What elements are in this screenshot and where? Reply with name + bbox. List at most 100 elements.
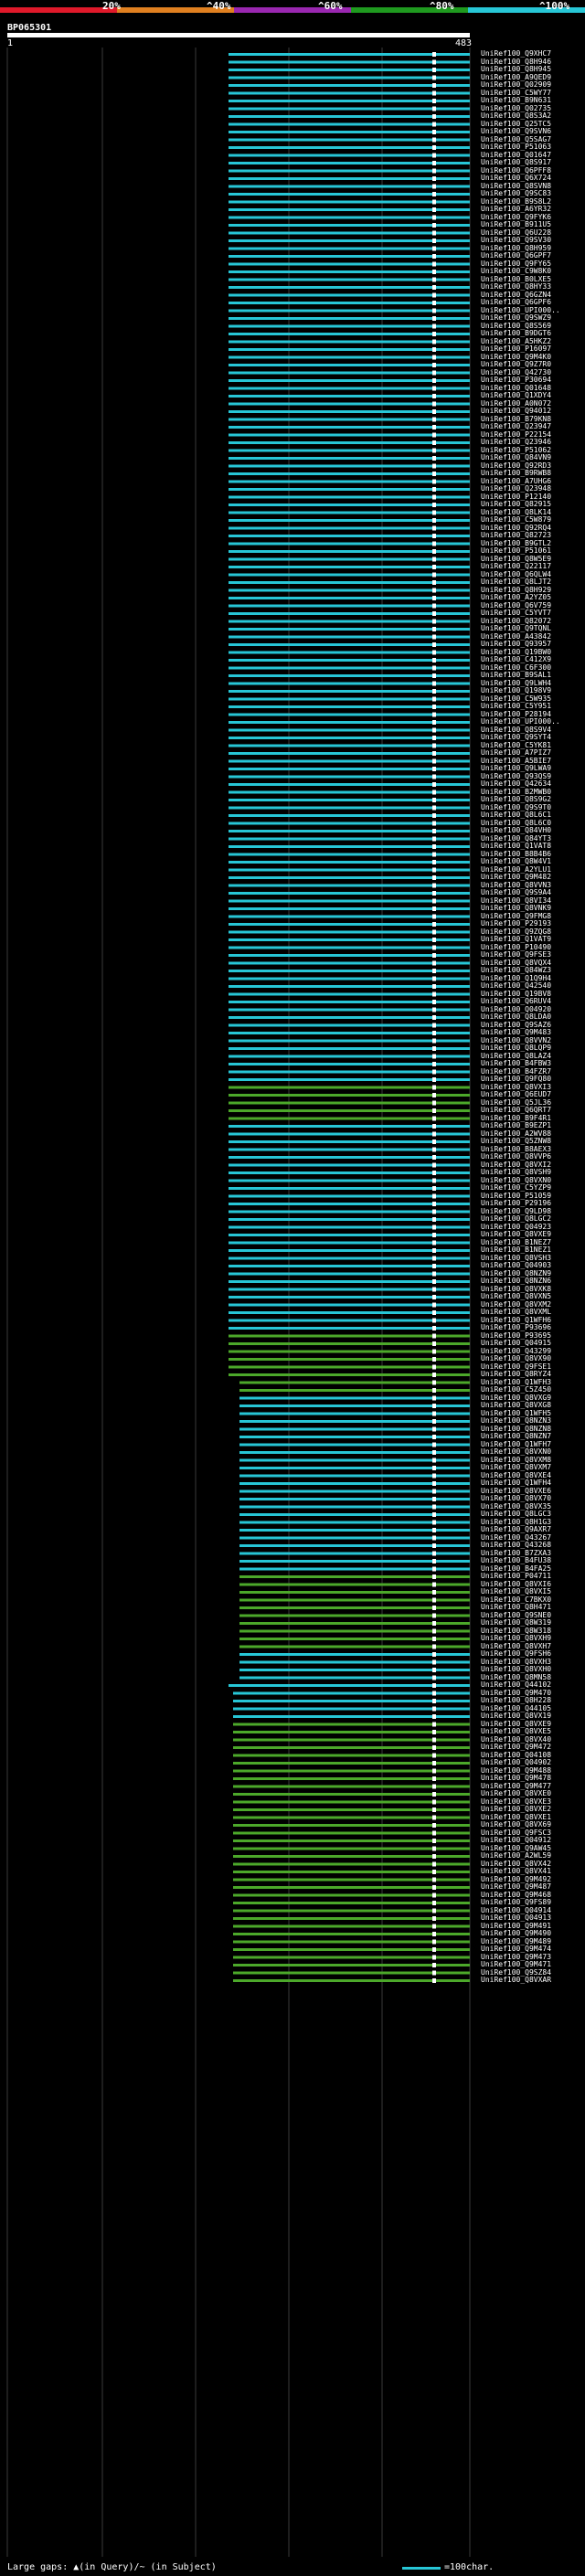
hit-label[interactable]: UniRef100_Q9M477 [481, 1783, 583, 1790]
hit-label[interactable]: UniRef100_Q8VXH3 [481, 1659, 583, 1666]
hit-label[interactable]: UniRef100_Q1WFH6 [481, 1317, 583, 1324]
hit-label[interactable]: UniRef100_Q04903 [481, 1262, 583, 1269]
hit-label[interactable]: UniRef100_Q6GPF7 [481, 252, 583, 260]
hit-label[interactable]: UniRef100_Q9S9T0 [481, 804, 583, 811]
hit-label[interactable]: UniRef100_B9GTL2 [481, 540, 583, 547]
hit-label[interactable]: UniRef100_Q9M473 [481, 1954, 583, 1961]
hit-label[interactable]: UniRef100_Q8VXH7 [481, 1643, 583, 1650]
hit-label[interactable]: UniRef100_Q9M483 [481, 1029, 583, 1036]
hit-label[interactable]: UniRef100_Q9M482 [481, 874, 583, 881]
hit-label[interactable]: UniRef100_Q42540 [481, 982, 583, 990]
hit-label[interactable]: UniRef100_Q9M488 [481, 1767, 583, 1775]
hit-label[interactable]: UniRef100_Q9M4K0 [481, 354, 583, 361]
hit-label[interactable]: UniRef100_Q8H228 [481, 1697, 583, 1704]
hit-label[interactable]: UniRef100_Q84VN9 [481, 454, 583, 461]
hit-label[interactable]: UniRef100_Q9M489 [481, 1938, 583, 1945]
hit-label[interactable]: UniRef100_C5YVT7 [481, 610, 583, 617]
hit-label[interactable]: UniRef100_Q198V9 [481, 687, 583, 694]
hit-label[interactable]: UniRef100_Q8VXAR [481, 1977, 583, 1984]
hit-label[interactable]: UniRef100_Q9ZQG8 [481, 928, 583, 936]
hit-label[interactable]: UniRef100_Q8VXG8 [481, 1402, 583, 1409]
hit-label[interactable]: UniRef100_Q9M471 [481, 1961, 583, 1968]
hit-label[interactable]: UniRef100_Q6EUD7 [481, 1091, 583, 1098]
hit-label[interactable]: UniRef100_Q8VX19 [481, 1712, 583, 1720]
hit-label[interactable]: UniRef100_Q04923 [481, 1224, 583, 1231]
hit-label[interactable]: UniRef100_C5WY77 [481, 90, 583, 97]
hit-label[interactable]: UniRef100_Q9FYK6 [481, 214, 583, 221]
hit-label[interactable]: UniRef100_Q8NZN3 [481, 1417, 583, 1425]
hit-label[interactable]: UniRef100_Q9M492 [481, 1876, 583, 1883]
hit-label[interactable]: UniRef100_Q9M490 [481, 1930, 583, 1937]
hit-label[interactable]: UniRef100_P93696 [481, 1324, 583, 1331]
hit-label[interactable]: UniRef100_Q44102 [481, 1681, 583, 1689]
hit-label[interactable]: UniRef100_C5Y951 [481, 703, 583, 710]
hit-label[interactable]: UniRef100_Q8VX90 [481, 1355, 583, 1362]
hit-label[interactable]: UniRef100_Q6GPF6 [481, 299, 583, 306]
hit-label[interactable]: UniRef100_Q8S3A2 [481, 112, 583, 120]
hit-label[interactable]: UniRef100_B9RWB8 [481, 470, 583, 477]
hit-label[interactable]: UniRef100_P51061 [481, 547, 583, 555]
hit-label[interactable]: UniRef100_Q9SYT4 [481, 734, 583, 741]
hit-label[interactable]: UniRef100_Q9SAZ6 [481, 1022, 583, 1029]
hit-label[interactable]: UniRef100_P30694 [481, 376, 583, 384]
hit-label[interactable]: UniRef100_Q25TC5 [481, 121, 583, 128]
hit-label[interactable]: UniRef100_Q8VXML [481, 1309, 583, 1316]
hit-label[interactable]: UniRef100_Q04108 [481, 1752, 583, 1759]
hit-label[interactable]: UniRef100_Q9SC83 [481, 190, 583, 197]
hit-label[interactable]: UniRef100_Q93QS9 [481, 773, 583, 780]
hit-label[interactable]: UniRef100_Q1WFH3 [481, 1379, 583, 1386]
hit-label[interactable]: UniRef100_Q9M468 [481, 1892, 583, 1899]
hit-label[interactable]: UniRef100_C7BKX0 [481, 1596, 583, 1604]
hit-label[interactable]: UniRef100_Q19BV8 [481, 991, 583, 998]
hit-label[interactable]: UniRef100_Q9S9A4 [481, 889, 583, 896]
hit-label[interactable]: UniRef100_C9W8K0 [481, 268, 583, 275]
hit-label[interactable]: UniRef100_Q6RUV4 [481, 998, 583, 1005]
hit-label[interactable]: UniRef100_Q8LJT2 [481, 578, 583, 586]
hit-label[interactable]: UniRef100_Q8VX69 [481, 1821, 583, 1829]
hit-label[interactable]: UniRef100_Q9FSE1 [481, 1363, 583, 1371]
hit-label[interactable]: UniRef100_A5HKZ2 [481, 338, 583, 345]
hit-label[interactable]: UniRef100_P10490 [481, 944, 583, 951]
hit-label[interactable]: UniRef100_Q84WZ3 [481, 967, 583, 974]
hit-label[interactable]: UniRef100_Q8VXK8 [481, 1286, 583, 1293]
hit-label[interactable]: UniRef100_Q8H471 [481, 1604, 583, 1611]
hit-label[interactable]: UniRef100_Q01647 [481, 152, 583, 159]
hit-label[interactable]: UniRef100_Q8VXE9 [481, 1231, 583, 1238]
hit-label[interactable]: UniRef100_P22154 [481, 431, 583, 439]
hit-label[interactable]: UniRef100_B7ZXA3 [481, 1550, 583, 1557]
hit-label[interactable]: UniRef100_Q8VXM2 [481, 1301, 583, 1309]
hit-label[interactable]: UniRef100_B1NEZ7 [481, 1239, 583, 1246]
hit-label[interactable]: UniRef100_Q8VXE0 [481, 1790, 583, 1797]
hit-label[interactable]: UniRef100_B1NEZ1 [481, 1246, 583, 1254]
hit-label[interactable]: UniRef100_Q8VVN3 [481, 882, 583, 889]
hit-label[interactable]: UniRef100_P29193 [481, 920, 583, 928]
hit-label[interactable]: UniRef100_Q8W319 [481, 1619, 583, 1627]
hit-label[interactable]: UniRef100_Q04914 [481, 1907, 583, 1914]
hit-label[interactable]: UniRef100_Q8H959 [481, 245, 583, 252]
hit-label[interactable]: UniRef100_P04711 [481, 1573, 583, 1580]
hit-label[interactable]: UniRef100_A2WV88 [481, 1130, 583, 1138]
hit-label[interactable]: UniRef100_Q8VXH0 [481, 1666, 583, 1673]
hit-label[interactable]: UniRef100_C5W879 [481, 516, 583, 524]
hit-label[interactable]: UniRef100_Q9M478 [481, 1775, 583, 1782]
hit-label[interactable]: UniRef100_Q8VXM8 [481, 1457, 583, 1464]
hit-label[interactable]: UniRef100_Q6PFF8 [481, 167, 583, 175]
hit-label[interactable]: UniRef100_Q9M472 [481, 1744, 583, 1751]
hit-label[interactable]: UniRef100_Q8VXE3 [481, 1798, 583, 1806]
hit-label[interactable]: UniRef100_Q8NZN6 [481, 1277, 583, 1285]
hit-label[interactable]: UniRef100_Q8NZN9 [481, 1270, 583, 1277]
hit-label[interactable]: UniRef100_B4FA25 [481, 1565, 583, 1573]
hit-label[interactable]: UniRef100_Q9LWH4 [481, 680, 583, 687]
hit-label[interactable]: UniRef100_Q82915 [481, 501, 583, 508]
hit-label[interactable]: UniRef100_Q8L6C1 [481, 811, 583, 819]
hit-label[interactable]: UniRef100_Q9AW45 [481, 1845, 583, 1852]
hit-label[interactable]: UniRef100_Q93957 [481, 641, 583, 648]
hit-label[interactable]: UniRef100_B9DGT6 [481, 330, 583, 337]
hit-label[interactable]: UniRef100_P16097 [481, 345, 583, 353]
hit-label[interactable]: UniRef100_Q8H946 [481, 58, 583, 66]
hit-label[interactable]: UniRef100_Q8VX41 [481, 1868, 583, 1875]
hit-label[interactable]: UniRef100_P51063 [481, 143, 583, 151]
hit-label[interactable]: UniRef100_Q8VX40 [481, 1736, 583, 1744]
hit-label[interactable]: UniRef100_B8B4B6 [481, 851, 583, 858]
hit-label[interactable]: UniRef100_C412X9 [481, 656, 583, 663]
